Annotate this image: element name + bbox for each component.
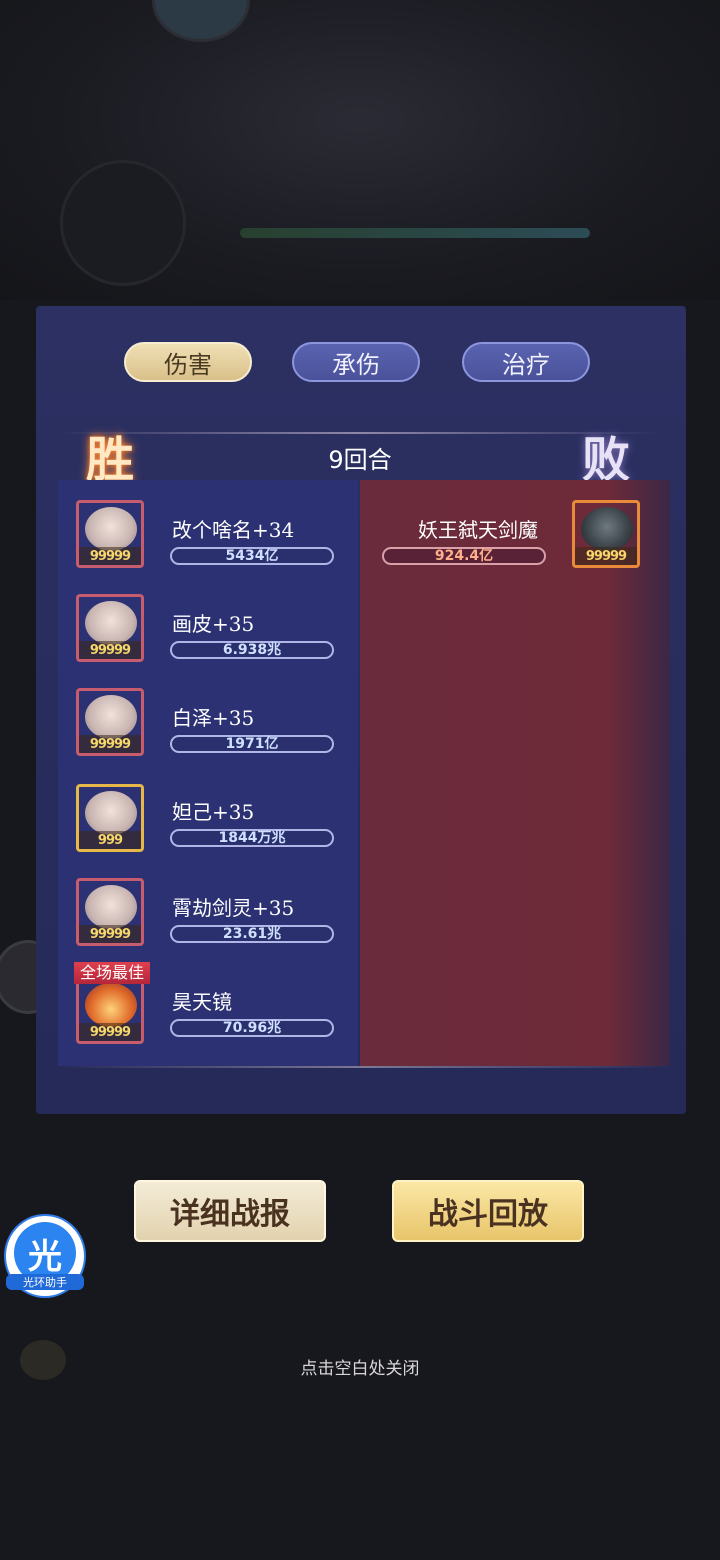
tab-damage-taken[interactable]: 承伤 xyxy=(292,342,420,382)
ally-name-3: 白泽+35 xyxy=(172,706,255,730)
tab-damage[interactable]: 伤害 xyxy=(124,342,252,382)
ally-damage-bar-3: 1971亿 xyxy=(170,735,334,753)
mvp-badge: 全场最佳 xyxy=(74,962,150,984)
ally-portrait-2[interactable]: 99999 xyxy=(76,594,144,662)
artifact-face xyxy=(85,983,137,1027)
ally-damage-bar-2: 6.938兆 xyxy=(170,641,334,659)
star-rank: 99999 xyxy=(79,1023,141,1041)
background-ring xyxy=(60,160,186,286)
enemy-name-1: 妖王弑天剑魔 xyxy=(418,518,538,542)
helper-floating-button[interactable]: 光 光环助手 xyxy=(4,1214,86,1298)
detailed-report-button[interactable]: 详细战报 xyxy=(134,1180,326,1242)
ally-portrait-5[interactable]: 99999 xyxy=(76,878,144,946)
hero-face xyxy=(581,507,633,551)
ally-name-4: 妲己+35 xyxy=(172,800,255,824)
battle-replay-button[interactable]: 战斗回放 xyxy=(392,1180,584,1242)
hero-face xyxy=(85,885,137,929)
hero-face xyxy=(85,791,137,835)
ally-damage-bar-1: 5434亿 xyxy=(170,547,334,565)
ally-name-2: 画皮+35 xyxy=(172,612,255,636)
enemy-damage-bar-1: 924.4亿 xyxy=(382,547,546,565)
star-rank: 99999 xyxy=(79,547,141,565)
ally-portrait-1[interactable]: 99999 xyxy=(76,500,144,568)
hero-face xyxy=(85,695,137,739)
footer-divider xyxy=(58,1066,670,1068)
tab-healing[interactable]: 治疗 xyxy=(462,342,590,382)
star-rank: 99999 xyxy=(79,925,141,943)
background-progress-bar xyxy=(240,228,590,238)
ally-damage-bar-5: 23.61兆 xyxy=(170,925,334,943)
ally-portrait-4[interactable]: 999 xyxy=(76,784,144,852)
ally-damage-bar-6: 70.96兆 xyxy=(170,1019,334,1037)
star-rank: 999 xyxy=(79,831,141,849)
ally-name-5: 霄劫剑灵+35 xyxy=(172,896,295,920)
header-divider xyxy=(58,432,658,434)
ally-name-6: 昊天镜 xyxy=(172,990,232,1014)
enemy-portrait-1[interactable]: 99999 xyxy=(572,500,640,568)
star-rank: 99999 xyxy=(575,547,637,565)
ally-portrait-6[interactable]: 99999 xyxy=(76,976,144,1044)
ally-damage-bar-4: 1844万兆 xyxy=(170,829,334,847)
hero-face xyxy=(85,601,137,645)
helper-label: 光环助手 xyxy=(6,1274,84,1290)
close-hint[interactable]: 点击空白处关闭 xyxy=(0,1354,720,1379)
star-rank: 99999 xyxy=(79,641,141,659)
star-rank: 99999 xyxy=(79,735,141,753)
round-count: 9回合 xyxy=(328,446,392,474)
hero-face xyxy=(85,507,137,551)
ally-portrait-3[interactable]: 99999 xyxy=(76,688,144,756)
ally-name-1: 改个啥名+34 xyxy=(172,518,295,542)
